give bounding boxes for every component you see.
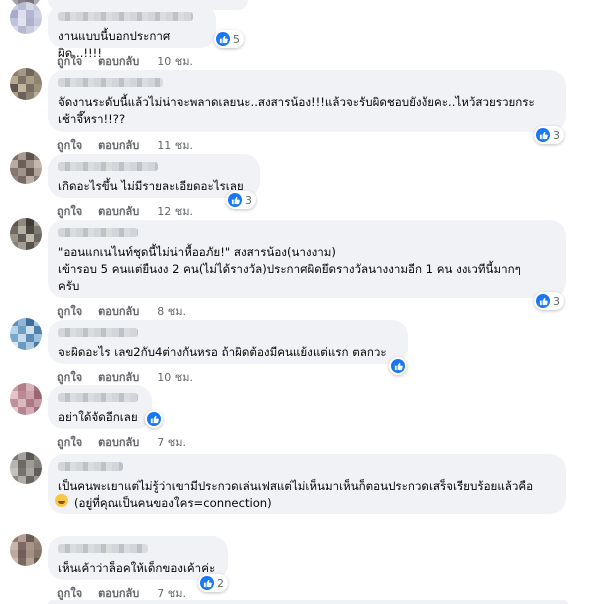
timestamp[interactable]: 8 ชม. <box>157 302 186 320</box>
comment-actions: ถูกใจ ตอบกลับ 10 ชม. <box>57 52 193 70</box>
avatar[interactable] <box>10 534 42 566</box>
author-name[interactable] <box>58 78 163 87</box>
reaction-number: 3 <box>553 128 560 142</box>
comment-bubble: เกิดอะไรขึ้น ไม่มีรายละเอียดอะไรเลย <box>48 154 260 198</box>
like-icon <box>391 359 405 373</box>
reaction-icon[interactable] <box>145 410 163 428</box>
comment-actions: ถูกใจ ตอบกลับ 7 ชม. <box>57 433 186 451</box>
like-icon <box>536 294 550 308</box>
like-button[interactable]: ถูกใจ <box>57 136 82 154</box>
author-name[interactable] <box>58 462 123 471</box>
avatar[interactable] <box>10 68 42 100</box>
like-icon <box>147 412 161 426</box>
like-icon <box>216 32 230 46</box>
comment-bubble: เห็นเค้าว่าล็อคให้เด็กของเค้าค่ะ <box>48 536 228 580</box>
avatar[interactable] <box>10 452 42 484</box>
like-icon <box>536 128 550 142</box>
avatar[interactable] <box>10 152 42 184</box>
comment-bubble: งานแบบนี้บอกประกาศผิด...!!!! <box>48 4 216 60</box>
reaction-number: 3 <box>245 193 252 207</box>
comment-text: จัดงานระดับนี้แล้วไม่น่าจะพลาดเลยนะ..สงส… <box>58 95 535 126</box>
reply-button[interactable]: ตอบกลับ <box>98 136 139 154</box>
timestamp[interactable]: 12 ชม. <box>157 202 193 220</box>
comment-bubble: "ออนแกเนไนท์ชุดนี้ไม่น่าหื้ออภัย!" สงสาร… <box>48 220 566 298</box>
like-button[interactable]: ถูกใจ <box>57 302 82 320</box>
comment-actions: ถูกใจ ตอบกลับ 10 ชม. <box>57 368 193 386</box>
comment-text: "ออนแกเนไนท์ชุดนี้ไม่น่าหื้ออภัย!" สงสาร… <box>58 245 521 293</box>
timestamp[interactable]: 10 ชม. <box>157 368 193 386</box>
comment-bubble: อย่าใด้จัดอีกเลย <box>48 385 152 429</box>
reaction-count[interactable]: 3 <box>534 126 564 144</box>
comment-text: จะผิดอะไร เลข2กับ4ต่างกันหรอ ถ้าผิดต้องม… <box>58 345 387 359</box>
avatar[interactable] <box>10 318 42 350</box>
author-name[interactable] <box>58 393 138 402</box>
reply-button[interactable]: ตอบกลับ <box>98 202 139 220</box>
author-name[interactable] <box>58 544 148 553</box>
author-name[interactable] <box>58 328 138 337</box>
comment-actions: ถูกใจ ตอบกลับ 12 ชม. <box>57 202 193 220</box>
reaction-count[interactable]: 5 <box>214 30 244 48</box>
comment-partial-bottom <box>48 600 568 604</box>
comment-actions: ถูกใจ ตอบกลับ 11 ชม. <box>57 136 193 154</box>
comment-bubble: จัดงานระดับนี้แล้วไม่น่าจะพลาดเลยนะ..สงส… <box>48 70 566 132</box>
comment-actions: ถูกใจ ตอบกลับ 8 ชม. <box>57 302 186 320</box>
like-button[interactable]: ถูกใจ <box>57 202 82 220</box>
reaction-count[interactable]: 3 <box>534 292 564 310</box>
avatar[interactable] <box>10 2 42 34</box>
timestamp[interactable]: 10 ชม. <box>157 52 193 70</box>
author-name[interactable] <box>58 12 193 21</box>
reaction-number: 3 <box>553 294 560 308</box>
reaction-count[interactable]: 2 <box>198 574 228 592</box>
like-button[interactable]: ถูกใจ <box>57 368 82 386</box>
like-icon <box>228 193 242 207</box>
comment-text: เกิดอะไรขึ้น ไม่มีรายละเอียดอะไรเลย <box>58 179 244 193</box>
timestamp[interactable]: 7 ชม. <box>157 433 186 451</box>
timestamp[interactable]: 11 ชม. <box>157 136 193 154</box>
like-button[interactable]: ถูกใจ <box>57 433 82 451</box>
reaction-number: 5 <box>233 32 240 46</box>
comment-bubble: จะผิดอะไร เลข2กับ4ต่างกันหรอ ถ้าผิดต้องม… <box>48 320 408 364</box>
comment-text: เห็นเค้าว่าล็อคให้เด็กของเค้าค่ะ <box>58 561 216 575</box>
reply-button[interactable]: ตอบกลับ <box>98 368 139 386</box>
avatar[interactable] <box>10 383 42 415</box>
comment-text: อย่าใด้จัดอีกเลย <box>58 410 138 424</box>
like-icon <box>200 576 214 590</box>
author-name[interactable] <box>58 162 158 171</box>
reply-button[interactable]: ตอบกลับ <box>98 52 139 70</box>
comment-text: เป็นคนพะเยาแต่ไม่รู้ว่าเขามีประกวดเล่นเฟ… <box>58 479 534 510</box>
comment-bubble: เป็นคนพะเยาแต่ไม่รู้ว่าเขามีประกวดเล่นเฟ… <box>48 454 566 514</box>
reply-button[interactable]: ตอบกลับ <box>98 302 139 320</box>
author-name[interactable] <box>58 228 138 237</box>
like-button[interactable]: ถูกใจ <box>57 52 82 70</box>
laughing-emoji-icon <box>55 494 68 507</box>
reaction-count[interactable]: 3 <box>226 191 256 209</box>
avatar[interactable] <box>10 218 42 250</box>
reaction-number: 2 <box>217 576 224 590</box>
reaction-icon[interactable] <box>389 357 407 375</box>
reply-button[interactable]: ตอบกลับ <box>98 433 139 451</box>
